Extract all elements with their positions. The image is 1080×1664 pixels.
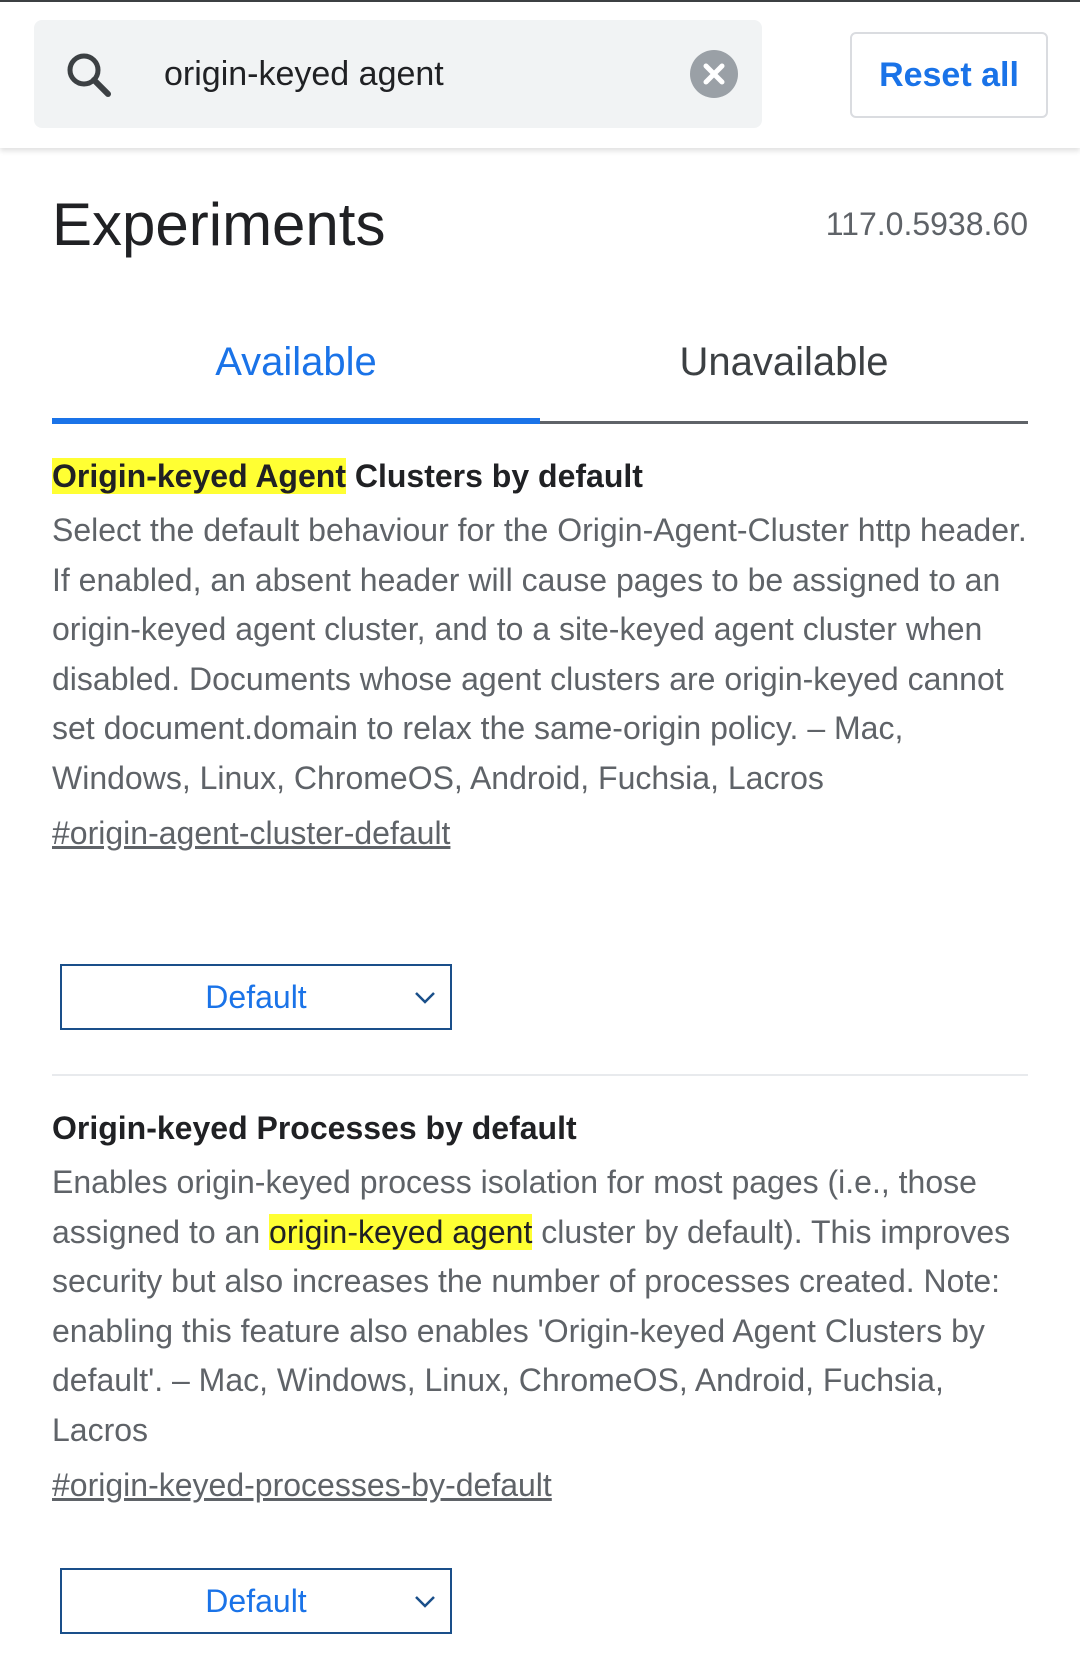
close-icon (703, 63, 725, 85)
active-tab-indicator (52, 418, 540, 424)
search-highlight: origin-keyed agent (269, 1213, 533, 1250)
search-box[interactable] (34, 20, 762, 128)
experiment-state-select[interactable]: Default (60, 964, 452, 1030)
select-value: Default (205, 1583, 307, 1619)
clear-search-button[interactable] (690, 50, 738, 98)
experiment-title: Origin-keyed Processes by default (52, 1110, 577, 1146)
tab-bar: Available Unavailable (52, 320, 1028, 424)
experiment-permalink[interactable]: #origin-agent-cluster-default (52, 811, 450, 855)
search-highlight: Origin-keyed Agent (52, 458, 346, 494)
reset-all-button[interactable]: Reset all (850, 32, 1048, 118)
select-value: Default (205, 979, 307, 1015)
experiment-title: Origin-keyed Agent Clusters by default (52, 452, 1028, 500)
experiment-card: Origin-keyed Agent Clusters by default S… (52, 452, 1028, 1030)
search-input[interactable] (130, 40, 690, 108)
experiment-state-select[interactable]: Default (60, 1568, 452, 1634)
experiment-title-rest: Clusters by default (345, 458, 643, 494)
experiment-description: Select the default behaviour for the Ori… (52, 512, 1027, 796)
tab-available[interactable]: Available (52, 320, 540, 424)
search-icon (67, 53, 111, 97)
version-label: 117.0.5938.60 (825, 206, 1028, 242)
chevron-down-icon (415, 1596, 435, 1608)
divider (52, 1074, 1028, 1076)
experiment-description: Enables origin-keyed process isolation f… (52, 1158, 1028, 1455)
experiment-card: Origin-keyed Processes by default Enable… (52, 1104, 1028, 1634)
experiment-permalink[interactable]: #origin-keyed-processes-by-default (52, 1463, 552, 1507)
search-toolbar: Reset all (0, 0, 1080, 148)
page-title: Experiments (52, 191, 386, 258)
chevron-down-icon (415, 992, 435, 1004)
tab-unavailable[interactable]: Unavailable (540, 320, 1028, 424)
